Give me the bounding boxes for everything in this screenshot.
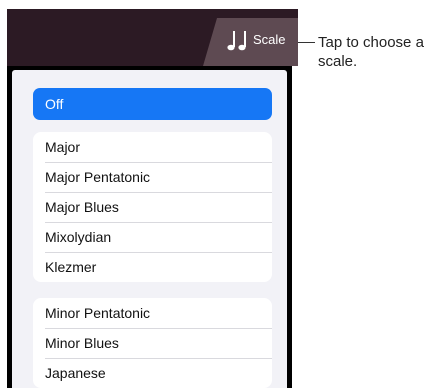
scale-option-minor-pentatonic[interactable]: Minor Pentatonic bbox=[33, 298, 272, 328]
scale-option-major-blues[interactable]: Major Blues bbox=[33, 192, 272, 222]
scale-group-minor: Minor Pentatonic Minor Blues Japanese bbox=[33, 298, 272, 388]
scale-group-major: Major Major Pentatonic Major Blues Mixol… bbox=[33, 132, 272, 282]
callout-text: Tap to choose a scale. bbox=[318, 34, 424, 70]
scale-option-minor-blues[interactable]: Minor Blues bbox=[33, 328, 272, 358]
scale-option-mixolydian[interactable]: Mixolydian bbox=[33, 222, 272, 252]
scale-option-major-pentatonic[interactable]: Major Pentatonic bbox=[33, 162, 272, 192]
scale-menu-panel: Off Major Major Pentatonic Major Blues M… bbox=[12, 70, 287, 388]
scale-option-off[interactable]: Off bbox=[33, 88, 272, 120]
music-notes-icon bbox=[227, 31, 246, 51]
scale-option-japanese[interactable]: Japanese bbox=[33, 358, 272, 388]
scale-popover: Off Major Major Pentatonic Major Blues M… bbox=[7, 66, 292, 388]
scale-button-label: Scale bbox=[253, 32, 286, 47]
scale-option-klezmer[interactable]: Klezmer bbox=[33, 252, 272, 282]
callout-leader-line bbox=[298, 42, 315, 43]
scale-button[interactable]: Scale bbox=[203, 18, 298, 66]
scale-option-major[interactable]: Major bbox=[33, 132, 272, 162]
screenshot-stage: Scale Tap to choose a scale. Off Major M… bbox=[0, 0, 448, 388]
